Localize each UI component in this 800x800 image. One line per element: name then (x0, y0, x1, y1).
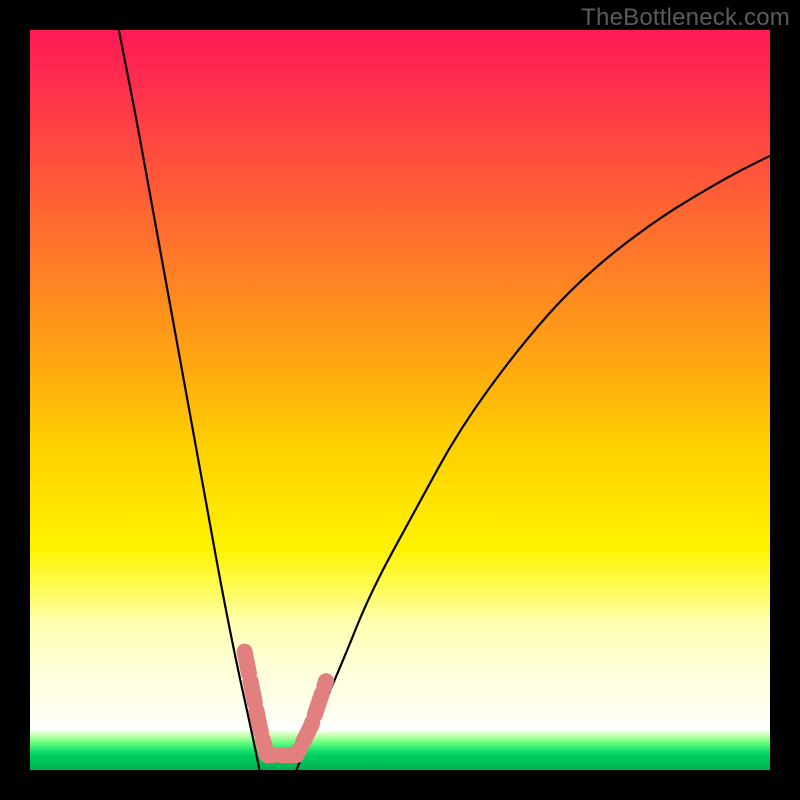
watermark-text: TheBottleneck.com (581, 4, 790, 32)
highlight-overlay (245, 652, 326, 756)
chart-frame: TheBottleneck.com (0, 0, 800, 800)
plot-area (30, 30, 770, 770)
curve-right-branch (296, 156, 770, 770)
curve-layer (30, 30, 770, 770)
